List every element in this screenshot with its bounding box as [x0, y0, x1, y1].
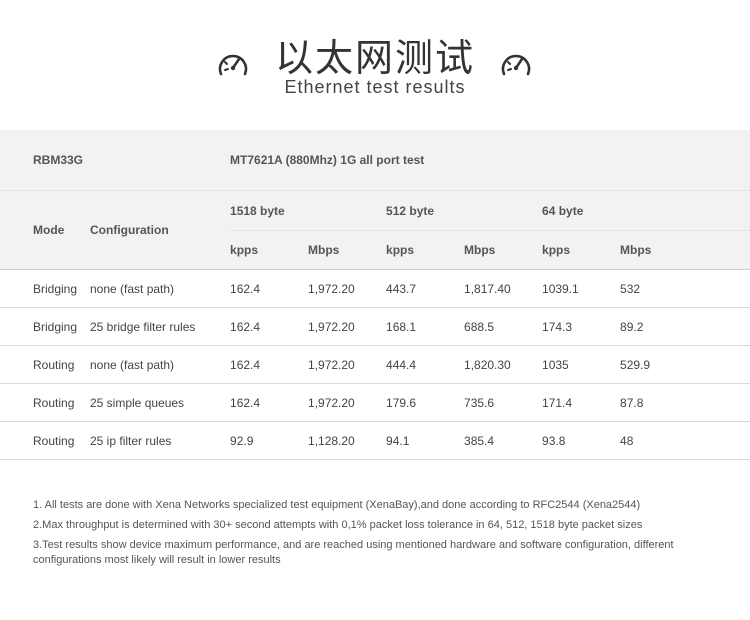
cell-value: 89.2 — [620, 307, 750, 346]
unit-header-mbps: Mbps — [464, 230, 543, 270]
footnotes: 1. All tests are done with Xena Networks… — [33, 498, 723, 573]
unit-header-mbps: Mbps — [308, 230, 387, 270]
cell-value: 162.4 — [230, 345, 309, 384]
footnote: 1. All tests are done with Xena Networks… — [33, 499, 641, 511]
group-header-64: 64 byte — [542, 190, 750, 231]
cell-value: 162.4 — [230, 269, 309, 308]
cell-mode: Routing — [0, 345, 90, 384]
cell-mode: Bridging — [0, 307, 90, 346]
page-title: 以太网测试 — [274, 36, 475, 80]
unit-header-mbps: Mbps — [620, 230, 750, 270]
cell-value: 162.4 — [230, 307, 309, 346]
test-name: MT7621A (880Mhz) 1G all port test — [230, 130, 750, 191]
cell-value: 94.1 — [386, 421, 465, 460]
page-header: 以太网测试 Ethernet test results — [0, 0, 750, 110]
cell-value: 92.9 — [230, 421, 309, 460]
cell-value: 162.4 — [230, 383, 309, 422]
cell-config: 25 simple queues — [90, 383, 231, 422]
cell-value: 1,817.40 — [464, 269, 543, 308]
cell-value: 735.6 — [464, 383, 543, 422]
col-mode-header: Mode — [0, 190, 90, 270]
group-header-512: 512 byte — [386, 190, 543, 231]
cell-value: 179.6 — [386, 383, 465, 422]
cell-value: 1,972.20 — [308, 269, 387, 308]
model-name: RBM33G — [0, 130, 231, 191]
col-config-header: Configuration — [90, 190, 231, 270]
cell-value: 174.3 — [542, 307, 621, 346]
cell-value: 385.4 — [464, 421, 543, 460]
cell-value: 1,972.20 — [308, 383, 387, 422]
cell-value: 1,820.30 — [464, 345, 543, 384]
unit-header-kpps: kpps — [386, 230, 465, 270]
cell-value: 1,972.20 — [308, 307, 387, 346]
cell-value: 532 — [620, 269, 750, 308]
group-header-1518: 1518 byte — [230, 190, 387, 231]
cell-mode: Routing — [0, 383, 90, 422]
table-row: Routing none (fast path) 162.4 1,972.20 … — [0, 345, 750, 384]
footnote: 3.Test results show device maximum perfo… — [33, 539, 674, 566]
speedometer-icon — [499, 48, 533, 80]
cell-value: 444.4 — [386, 345, 465, 384]
footnote: 2.Max throughput is determined with 30+ … — [33, 519, 643, 531]
cell-config: 25 bridge filter rules — [90, 307, 231, 346]
cell-value: 688.5 — [464, 307, 543, 346]
table-title-row: RBM33G MT7621A (880Mhz) 1G all port test — [0, 130, 750, 191]
cell-value: 443.7 — [386, 269, 465, 308]
cell-value: 171.4 — [542, 383, 621, 422]
cell-value: 529.9 — [620, 345, 750, 384]
table-row: Bridging 25 bridge filter rules 162.4 1,… — [0, 307, 750, 346]
cell-config: none (fast path) — [90, 269, 231, 308]
table-row: Bridging none (fast path) 162.4 1,972.20… — [0, 269, 750, 308]
unit-header-kpps: kpps — [230, 230, 309, 270]
cell-mode: Routing — [0, 421, 90, 460]
cell-value: 1,128.20 — [308, 421, 387, 460]
header-row-groups: Mode Configuration 1518 byte 512 byte 64… — [0, 190, 750, 270]
page-subtitle: Ethernet test results — [284, 77, 466, 97]
results-table: RBM33G MT7621A (880Mhz) 1G all port test… — [0, 130, 750, 460]
table-row: Routing 25 ip filter rules 92.9 1,128.20… — [0, 421, 750, 460]
cell-mode: Bridging — [0, 269, 90, 308]
cell-value: 1039.1 — [542, 269, 621, 308]
cell-value: 1035 — [542, 345, 621, 384]
cell-value: 87.8 — [620, 383, 750, 422]
cell-value: 48 — [620, 421, 750, 460]
unit-header-kpps: kpps — [542, 230, 621, 270]
cell-value: 1,972.20 — [308, 345, 387, 384]
cell-value: 93.8 — [542, 421, 621, 460]
table-row: Routing 25 simple queues 162.4 1,972.20 … — [0, 383, 750, 422]
cell-config: none (fast path) — [90, 345, 231, 384]
cell-value: 168.1 — [386, 307, 465, 346]
cell-config: 25 ip filter rules — [90, 421, 231, 460]
